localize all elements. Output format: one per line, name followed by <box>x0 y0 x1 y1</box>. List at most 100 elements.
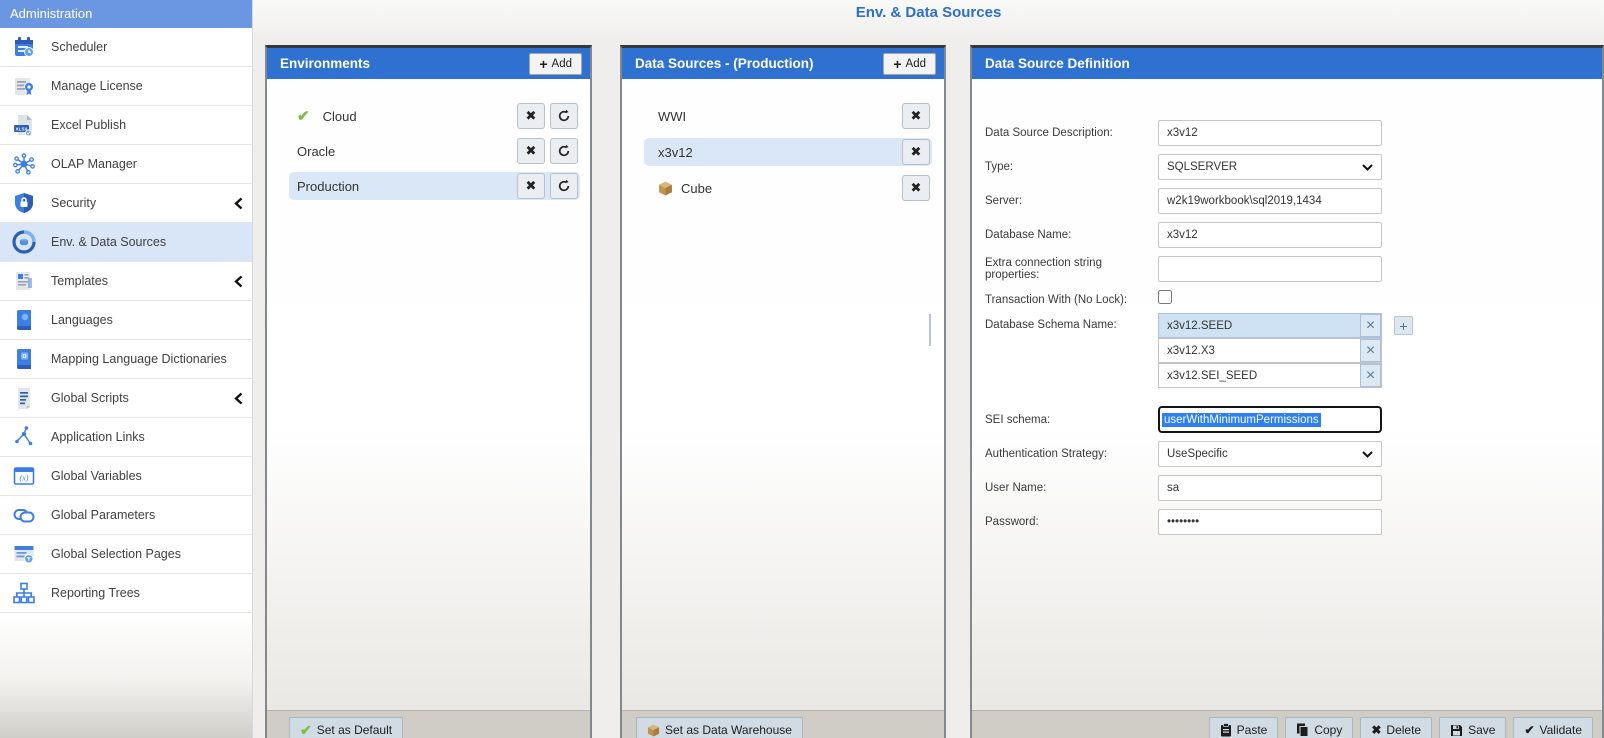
olap-network-icon <box>9 150 39 178</box>
sidebar-item-security[interactable]: Security <box>0 184 252 223</box>
sidebar-item-label: Security <box>51 196 96 210</box>
sidebar-item-mapping-language-dictionaries[interactable]: D Mapping Language Dictionaries <box>0 340 252 379</box>
sidebar-item-excel-publish[interactable]: XLSX Excel Publish <box>0 106 252 145</box>
sidebar-item-env-data-sources[interactable]: Env. & Data Sources <box>0 223 252 262</box>
environment-row-oracle[interactable]: Oracle ✖ <box>289 137 580 165</box>
delete-data-source-button[interactable]: ✖ <box>902 139 930 165</box>
parameters-icon <box>9 501 39 529</box>
user-name-label: User Name: <box>985 482 1158 494</box>
page-title: Env. & Data Sources <box>253 4 1604 21</box>
delete-button[interactable]: ✖ Delete <box>1360 717 1432 738</box>
refresh-icon <box>557 179 571 193</box>
sidebar-item-global-parameters[interactable]: Global Parameters <box>0 496 252 535</box>
delete-environment-button[interactable]: ✖ <box>517 103 545 129</box>
database-name-label: Database Name: <box>985 229 1158 241</box>
data-source-name: x3v12 <box>658 145 693 160</box>
schema-name-label: Database Schema Name: <box>985 319 1158 331</box>
paste-icon <box>1220 723 1232 737</box>
definition-form-area: Data Source Description: Type: SQLSERVER… <box>972 79 1602 710</box>
definition-panel-title: Data Source Definition <box>985 56 1130 71</box>
data-sources-panel: Data Sources - (Production) + Add WWI ✖ … <box>620 45 946 738</box>
sidebar-item-label: Global Variables <box>51 469 142 483</box>
sidebar-item-label: Env. & Data Sources <box>51 235 166 249</box>
sidebar-item-label: Global Scripts <box>51 391 129 405</box>
refresh-environment-button[interactable] <box>550 173 578 199</box>
data-source-row-x3v12[interactable]: x3v12 ✖ <box>644 138 932 166</box>
environments-panel-title: Environments <box>280 56 370 71</box>
data-source-row-cube[interactable]: Cube ✖ <box>644 174 932 202</box>
sidebar-item-label: Scheduler <box>51 40 107 54</box>
remove-schema-button[interactable]: × <box>1360 339 1381 362</box>
schema-input[interactable] <box>1158 338 1382 363</box>
svg-text:D: D <box>22 354 26 360</box>
delete-data-source-button[interactable]: ✖ <box>902 103 930 129</box>
no-lock-checkbox[interactable] <box>1158 290 1172 304</box>
chevron-left-icon[interactable] <box>233 392 244 405</box>
server-label: Server: <box>985 195 1158 207</box>
sei-schema-input[interactable]: userWithMinimumPermissions <box>1158 406 1382 433</box>
sidebar-item-olap-manager[interactable]: OLAP Manager <box>0 145 252 184</box>
environment-row-production[interactable]: Production ✖ <box>289 172 580 200</box>
paste-button[interactable]: Paste <box>1209 717 1279 738</box>
script-icon <box>9 384 39 412</box>
add-data-source-button[interactable]: + Add <box>883 53 936 75</box>
sidebar-title: Administration <box>0 0 252 28</box>
sidebar-item-global-variables[interactable]: (x) Global Variables <box>0 457 252 496</box>
remove-schema-button[interactable]: × <box>1360 364 1381 387</box>
environment-name: Oracle <box>297 144 335 159</box>
data-source-form: Data Source Description: Type: SQLSERVER… <box>972 102 1602 535</box>
add-schema-button[interactable]: + <box>1394 316 1413 335</box>
scheduler-calendar-icon <box>9 33 39 61</box>
sidebar-item-scheduler[interactable]: Scheduler <box>0 28 252 67</box>
definition-panel-footer: Paste Copy ✖ Delete Save ✔ Validate <box>972 710 1602 738</box>
templates-icon <box>9 267 39 295</box>
delete-environment-button[interactable]: ✖ <box>517 173 545 199</box>
refresh-environment-button[interactable] <box>550 138 578 164</box>
environments-list: ✔ Cloud ✖ Oracle ✖ Production ✖ <box>267 79 590 710</box>
chevron-down-icon <box>1362 451 1373 458</box>
environments-panel-header: Environments + Add <box>267 48 590 79</box>
sidebar-item-label: Excel Publish <box>51 118 126 132</box>
security-shield-icon <box>9 189 39 217</box>
refresh-environment-button[interactable] <box>550 103 578 129</box>
schema-input[interactable] <box>1158 363 1382 388</box>
remove-schema-button[interactable]: × <box>1360 314 1381 337</box>
sidebar-item-application-links[interactable]: Application Links <box>0 418 252 457</box>
sidebar-item-global-selection-pages[interactable]: Global Selection Pages <box>0 535 252 574</box>
reporting-tree-icon <box>9 579 39 607</box>
copy-button[interactable]: Copy <box>1285 717 1353 738</box>
server-input[interactable] <box>1158 188 1382 214</box>
add-environment-button[interactable]: + Add <box>529 53 582 75</box>
auth-strategy-select[interactable]: UseSpecific <box>1158 441 1382 467</box>
environment-row-cloud[interactable]: ✔ Cloud ✖ <box>289 102 580 130</box>
data-source-row-wwi[interactable]: WWI ✖ <box>644 102 932 130</box>
languages-book-icon <box>9 306 39 334</box>
chevron-down-icon <box>1362 164 1373 171</box>
scrollbar-thumb[interactable] <box>929 314 931 346</box>
user-name-input[interactable] <box>1158 475 1382 501</box>
chevron-left-icon[interactable] <box>233 275 244 288</box>
schema-input[interactable] <box>1158 313 1382 338</box>
delete-environment-button[interactable]: ✖ <box>517 138 545 164</box>
save-button[interactable]: Save <box>1439 717 1506 738</box>
sidebar-item-languages[interactable]: Languages <box>0 301 252 340</box>
extra-properties-input[interactable] <box>1158 256 1382 282</box>
type-select[interactable]: SQLSERVER <box>1158 154 1382 180</box>
sidebar-item-reporting-trees[interactable]: Reporting Trees <box>0 574 252 613</box>
environments-panel: Environments + Add ✔ Cloud ✖ Oracle ✖ <box>265 45 592 738</box>
sidebar-item-manage-license[interactable]: Manage License <box>0 67 252 106</box>
sidebar-item-label: Global Selection Pages <box>51 547 181 561</box>
password-input[interactable] <box>1158 509 1382 535</box>
password-label: Password: <box>985 516 1158 528</box>
set-as-default-button[interactable]: ✔ Set as Default <box>289 717 403 738</box>
sidebar-item-global-scripts[interactable]: Global Scripts <box>0 379 252 418</box>
description-input[interactable] <box>1158 120 1382 146</box>
database-name-input[interactable] <box>1158 222 1382 248</box>
delete-data-source-button[interactable]: ✖ <box>902 175 930 201</box>
set-as-data-warehouse-button[interactable]: Set as Data Warehouse <box>636 717 803 738</box>
validate-button[interactable]: ✔ Validate <box>1513 717 1593 738</box>
sidebar-item-label: Manage License <box>51 79 143 93</box>
data-source-name: Cube <box>681 181 712 196</box>
sidebar-item-templates[interactable]: Templates <box>0 262 252 301</box>
chevron-left-icon[interactable] <box>233 197 244 210</box>
